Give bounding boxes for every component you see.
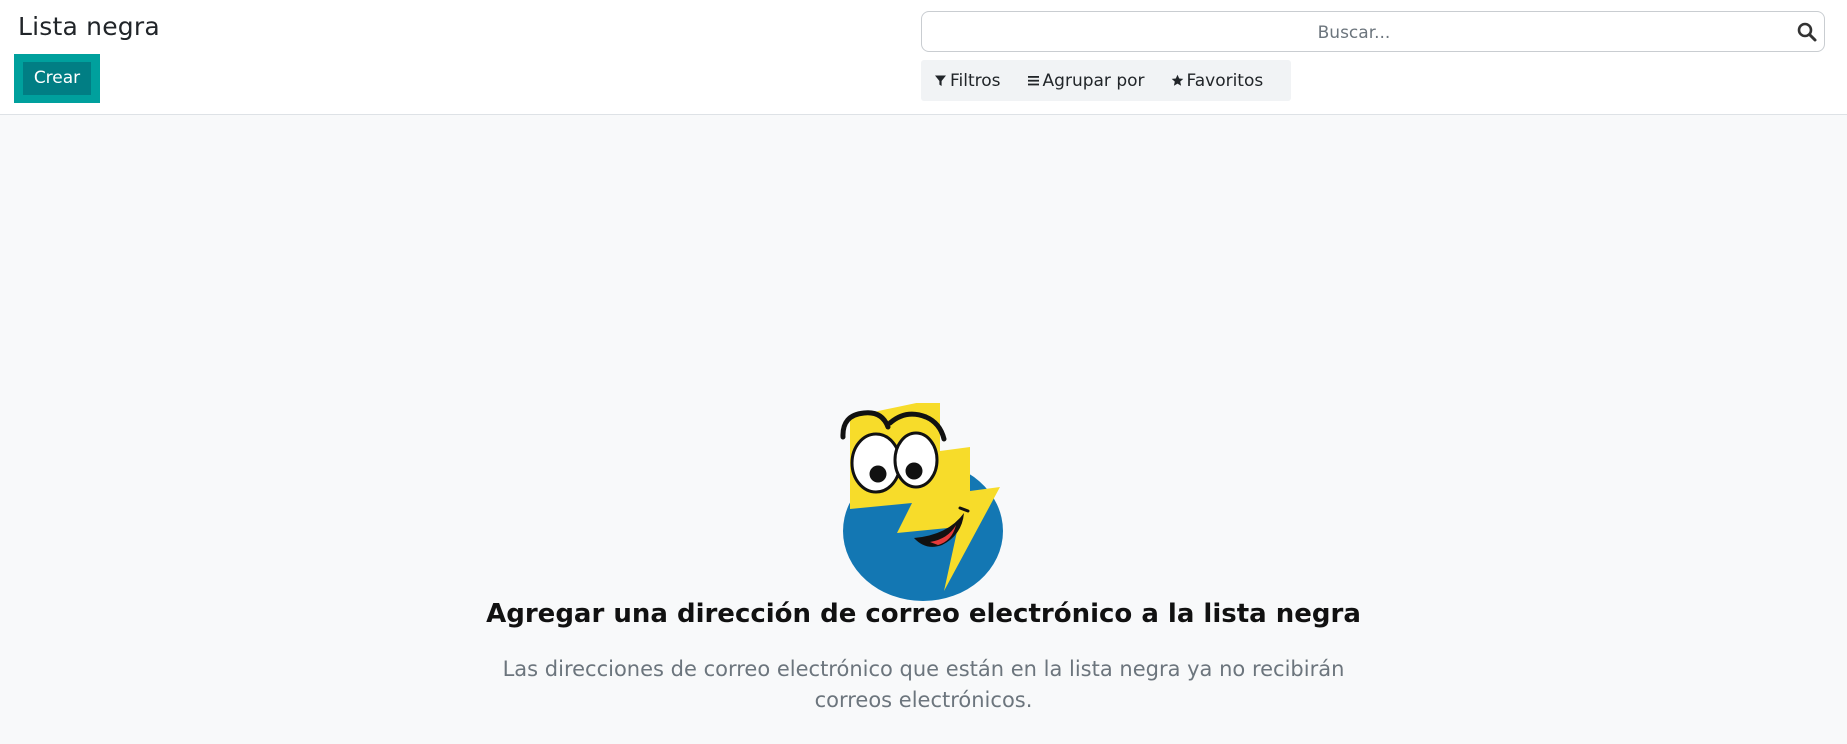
favorites-label: Favoritos xyxy=(1186,70,1264,91)
filters-label: Filtros xyxy=(950,70,1001,91)
favorites-dropdown[interactable]: Favoritos xyxy=(1171,70,1264,91)
group-by-label: Agrupar por xyxy=(1042,70,1145,91)
filters-dropdown[interactable]: Filtros xyxy=(934,71,1001,91)
empty-state-title: Agregar una dirección de correo electrón… xyxy=(486,599,1361,629)
filter-icon xyxy=(935,75,946,86)
create-button[interactable]: Crear xyxy=(23,62,91,95)
search-options-bar: Filtros Agrupar por Favoritos xyxy=(921,60,1291,101)
star-icon xyxy=(1171,74,1183,86)
bars-icon xyxy=(1027,76,1039,86)
page-title: Lista negra xyxy=(18,12,160,41)
group-by-dropdown[interactable]: Agrupar por xyxy=(1027,71,1145,91)
create-button-focus-ring: Crear xyxy=(14,54,100,103)
control-panel: Lista negra Crear Filtros Agrupar por xyxy=(0,0,1847,115)
smiling-lightning-mascot-illustration xyxy=(840,403,1003,601)
search-icon[interactable] xyxy=(1796,21,1818,43)
search-bar[interactable] xyxy=(921,11,1825,53)
search-input[interactable] xyxy=(922,12,1786,53)
empty-state-description: Las direcciones de correo electrónico qu… xyxy=(502,657,1345,712)
